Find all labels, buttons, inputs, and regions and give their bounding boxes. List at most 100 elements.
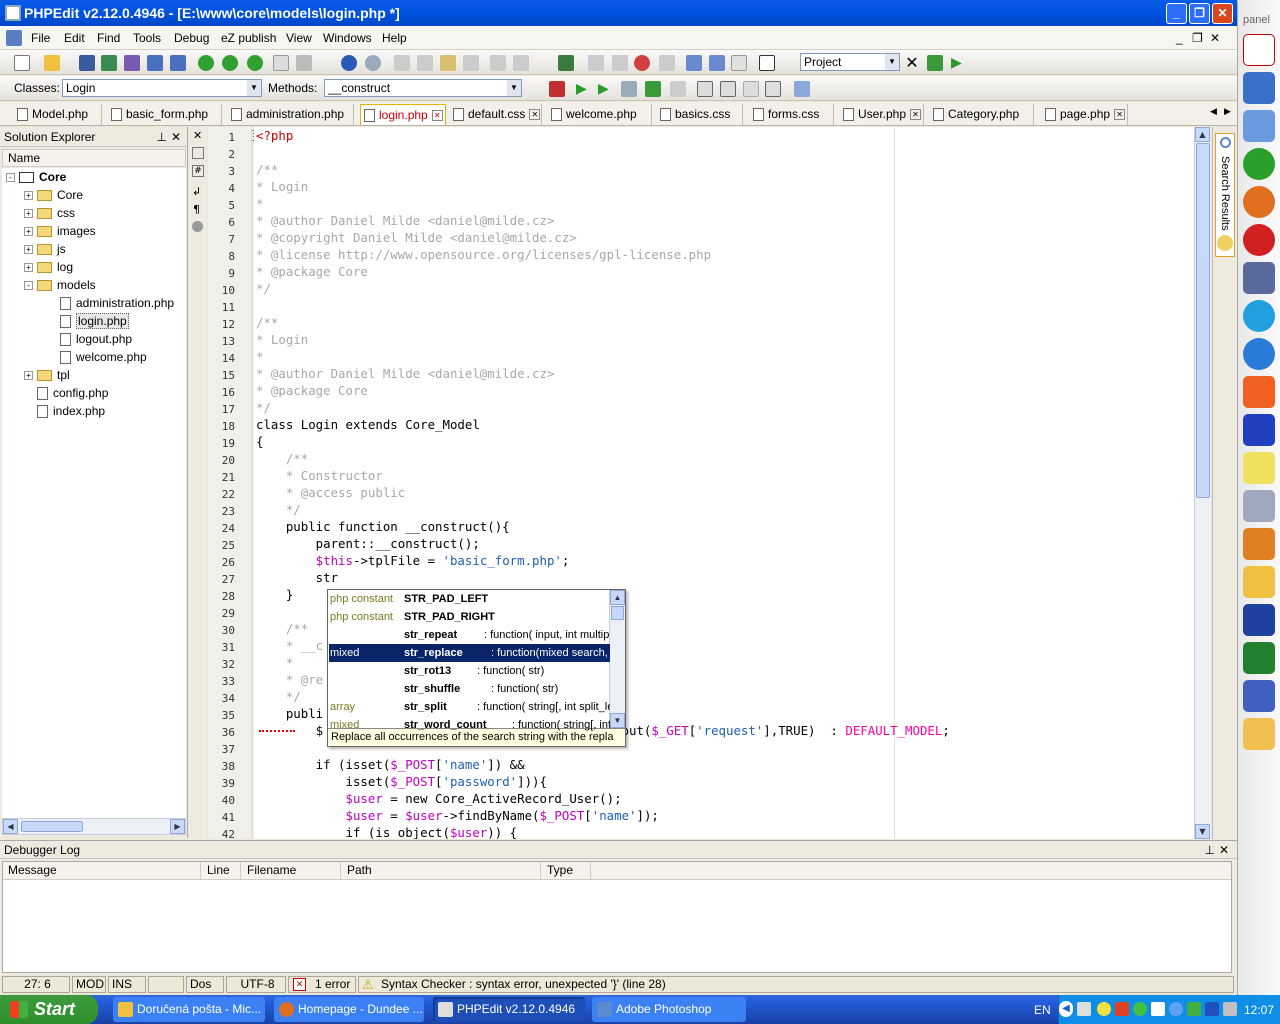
tray-volume-icon[interactable] (1077, 1002, 1091, 1016)
indent-icon[interactable] (490, 55, 506, 71)
debug-icon[interactable] (549, 81, 565, 97)
column-message[interactable]: Message (8, 862, 201, 879)
tray-device-icon[interactable] (1223, 1002, 1237, 1016)
menu-ezpublish[interactable]: eZ publish (221, 31, 276, 45)
task-phpedit[interactable]: PHPEdit v2.12.0.4946 (433, 997, 585, 1022)
tab-page[interactable]: page.php ✕ (1042, 104, 1128, 125)
reload-icon[interactable] (247, 55, 263, 71)
pause-icon[interactable] (621, 81, 637, 97)
tree-item[interactable]: - models (24, 276, 96, 294)
tab-model[interactable]: Model.php✕ (14, 104, 102, 142)
download-app-icon[interactable] (1243, 262, 1275, 294)
collapse-icon[interactable]: - (6, 173, 15, 183)
find-icon[interactable] (686, 55, 702, 71)
build-icon[interactable] (558, 55, 574, 71)
column-filename[interactable]: Filename (247, 862, 341, 879)
popup-scrollbar[interactable]: ▲ ▼ (609, 590, 625, 728)
editor-vscrollbar[interactable]: ▲ ▼ (1194, 127, 1211, 839)
close-strip-icon[interactable]: ✕ (193, 129, 202, 142)
close-tab-icon[interactable]: ✕ (529, 109, 541, 121)
scroll-up-icon[interactable]: ▲ (1195, 127, 1210, 142)
classes-select[interactable]: Login ▼ (62, 79, 262, 97)
close-button[interactable]: ✕ (1212, 3, 1233, 24)
copy-icon[interactable] (417, 55, 433, 71)
autocomplete-item[interactable]: php constant STR_PAD_RIGHT (329, 608, 610, 626)
error-count[interactable]: ✕ 1 error (288, 976, 356, 993)
delete-icon[interactable] (463, 55, 479, 71)
step-into-icon[interactable] (697, 81, 713, 97)
collapse-icon[interactable]: - (24, 281, 33, 291)
autocomplete-item[interactable]: mixed str_word_count: function( string[, … (329, 716, 610, 734)
forward-icon[interactable] (365, 55, 381, 71)
tree-item[interactable]: + tpl (24, 366, 70, 384)
autocomplete-item[interactable]: php constant STR_PAD_LEFT (329, 590, 610, 608)
scroll-down-icon[interactable]: ▼ (610, 713, 625, 728)
autocomplete-item[interactable]: str_rot13: function( str) (329, 662, 610, 680)
tree-item[interactable]: index.php (24, 402, 105, 420)
language-indicator[interactable]: EN (1034, 1003, 1051, 1017)
column-line[interactable]: Line (207, 862, 241, 879)
tab-category[interactable]: Category.php✕ (930, 104, 1034, 142)
tab-welcome[interactable]: welcome.php✕ (548, 104, 652, 142)
menu-view[interactable]: View (286, 31, 312, 45)
tray-icq-icon[interactable] (1133, 1002, 1147, 1016)
refresh-icon[interactable] (198, 55, 214, 71)
box-app-icon[interactable] (1243, 528, 1275, 560)
maximize-button[interactable]: ❐ (1189, 3, 1210, 24)
mdi-close-button[interactable]: ✕ (1210, 31, 1220, 45)
check-app-icon[interactable] (1243, 376, 1275, 408)
menu-edit[interactable]: Edit (64, 31, 85, 45)
paste-icon[interactable] (440, 55, 456, 71)
methods-select[interactable]: __construct ▼ (324, 79, 522, 97)
bookmark-icon[interactable] (192, 147, 204, 159)
scroll-up-icon[interactable]: ▲ (610, 590, 625, 605)
hash-icon[interactable]: # (192, 165, 204, 177)
menu-file[interactable]: File (31, 31, 50, 45)
tree-item[interactable]: + log (24, 258, 73, 276)
tab-login[interactable]: login.php ✕ (360, 104, 446, 125)
tab-default-css[interactable]: default.css ✕ (450, 104, 542, 125)
stop-debug-icon[interactable] (670, 81, 686, 97)
name-column-header[interactable]: Name (2, 149, 186, 167)
tree-item[interactable]: + images (24, 222, 96, 240)
expand-icon[interactable]: + (24, 227, 33, 237)
print-icon[interactable] (296, 55, 312, 71)
print-preview-icon[interactable] (273, 55, 289, 71)
scroll-right-icon[interactable]: ▶ (170, 819, 185, 834)
save-icon[interactable] (79, 55, 95, 71)
back-icon[interactable] (341, 55, 357, 71)
app-icon[interactable] (5, 5, 21, 21)
column-type[interactable]: Type (547, 862, 591, 879)
close-file-icon[interactable] (124, 55, 140, 71)
syntax-message[interactable]: ⚠ Syntax Checker : syntax error, unexpect… (358, 976, 1234, 993)
pin-icon[interactable]: ⊥ (157, 127, 167, 147)
tray-network-icon[interactable] (1151, 1002, 1165, 1016)
task-outlook[interactable]: Doručená pošta - Mic... (113, 997, 265, 1022)
tree-item[interactable]: welcome.php (60, 348, 147, 366)
clock[interactable]: 12:07 (1244, 1003, 1274, 1017)
tabs-scroll-right-icon[interactable]: ▶ (1224, 107, 1231, 117)
eye-app-icon[interactable] (1243, 642, 1275, 674)
firefox-app-icon[interactable] (1243, 186, 1275, 218)
step-over-icon[interactable] (720, 81, 736, 97)
expand-icon[interactable]: + (24, 245, 33, 255)
expand-icon[interactable]: + (24, 191, 33, 201)
menu-tools[interactable]: Tools (133, 31, 161, 45)
feather-app-icon[interactable] (1243, 72, 1275, 104)
redo-icon[interactable] (612, 55, 628, 71)
menu-find[interactable]: Find (97, 31, 120, 45)
tree-item[interactable]: logout.php (60, 330, 132, 348)
insert-mode[interactable]: INS (108, 976, 146, 993)
tab-user[interactable]: User.php ✕ (840, 104, 924, 125)
outdent-icon[interactable] (513, 55, 529, 71)
wrap-icon[interactable]: ↲ (192, 185, 201, 198)
save-all-icon[interactable] (101, 55, 117, 71)
new-file-icon[interactable] (14, 55, 30, 71)
pilcrow-icon[interactable]: ¶ (193, 203, 200, 216)
task-homepage[interactable]: Homepage - Dundee ... (274, 997, 424, 1022)
project-select[interactable]: Project ▼ (800, 53, 900, 71)
network-drive-app-icon[interactable] (1243, 490, 1275, 522)
opera-app-icon[interactable] (1243, 224, 1275, 256)
scroll-left-icon[interactable]: ◀ (3, 819, 18, 834)
autocomplete-item[interactable]: str_shuffle: function( str) (329, 680, 610, 698)
